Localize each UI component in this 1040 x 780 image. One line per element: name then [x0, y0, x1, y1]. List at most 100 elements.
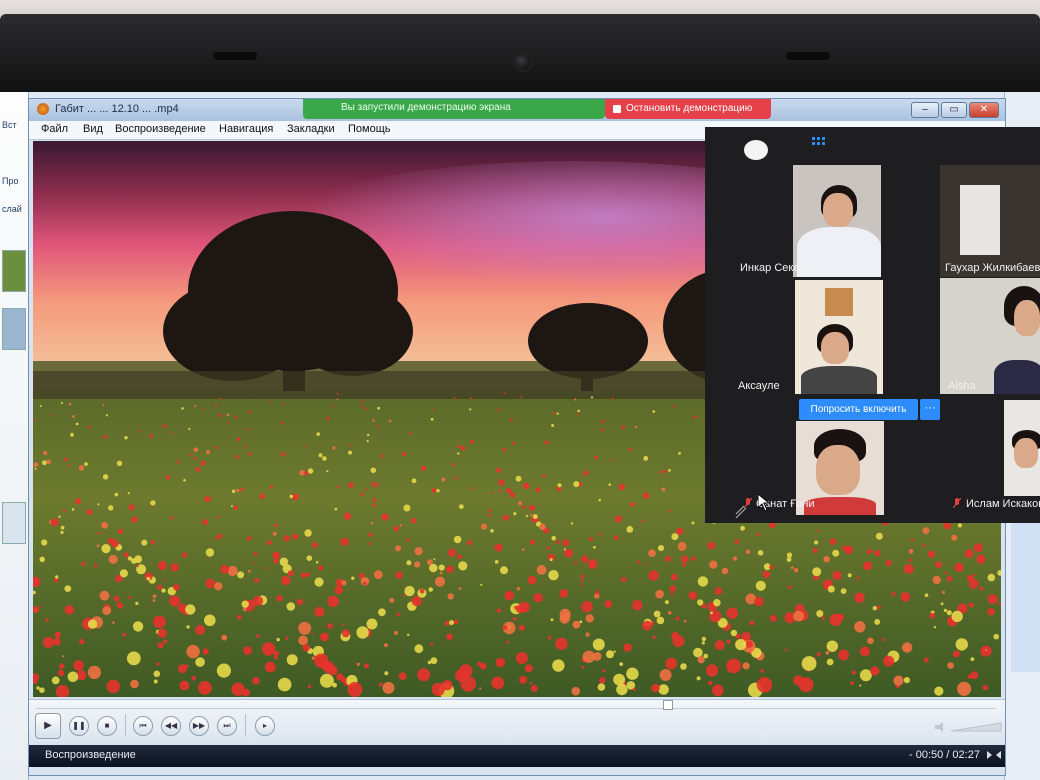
poppy-flower	[574, 398, 577, 401]
pause-button[interactable]: ❚❚	[69, 716, 89, 736]
seek-thumb[interactable]	[663, 700, 673, 710]
stop-button[interactable]: ■	[97, 716, 117, 736]
frame-step-button[interactable]: ▸	[255, 716, 275, 736]
poppy-flower	[552, 659, 565, 672]
poppy-flower	[103, 435, 108, 439]
poppy-flower	[713, 599, 721, 607]
seek-bar[interactable]	[35, 700, 995, 710]
poppy-flower	[579, 620, 583, 624]
poppy-flower	[81, 561, 86, 566]
menu-file[interactable]: Файл	[41, 123, 68, 135]
poppy-flower	[850, 681, 855, 685]
menu-help[interactable]: Помощь	[348, 123, 391, 135]
poppy-flower	[577, 409, 580, 413]
poppy-flower	[186, 625, 190, 629]
poppy-flower	[281, 452, 285, 457]
poppy-flower	[259, 493, 265, 500]
time-display: - 00:50 / 02:27	[909, 749, 980, 761]
poppy-flower	[406, 560, 412, 566]
poppy-flower	[127, 492, 130, 495]
play-button[interactable]: ▶	[35, 713, 61, 739]
poppy-flower	[70, 432, 74, 437]
fast-forward-button[interactable]: ▶▶	[189, 716, 209, 736]
poppy-flower	[583, 470, 589, 476]
poppy-flower	[348, 450, 352, 455]
poppy-flower	[378, 682, 383, 687]
poppy-flower	[58, 515, 61, 518]
poppy-flower	[902, 642, 913, 653]
poppy-flower	[626, 526, 634, 533]
poppy-flower	[336, 485, 340, 489]
poppy-flower	[384, 671, 389, 676]
stop-share-button[interactable]: Остановить демонстрацию	[605, 99, 771, 119]
rewind-button[interactable]: ◀◀	[161, 716, 181, 736]
poppy-flower	[951, 610, 963, 623]
ask-to-start-video-button[interactable]: Попросить включить	[799, 399, 918, 420]
participant-face	[821, 332, 849, 364]
participant-video[interactable]	[1004, 400, 1040, 496]
menu-playback[interactable]: Воспроизведение	[115, 123, 206, 135]
poppy-flower	[253, 552, 258, 556]
poppy-flower	[530, 513, 533, 517]
ribbon-tab-review[interactable]: Про	[2, 176, 26, 186]
background-presentation-app: Вст Про слай	[0, 92, 29, 780]
menu-navigation[interactable]: Навигация	[219, 123, 273, 135]
poppy-flower	[433, 558, 436, 561]
poppy-flower	[254, 578, 259, 583]
menu-bookmarks[interactable]: Закладки	[287, 123, 335, 135]
maximize-button[interactable]: ▭	[941, 102, 967, 118]
poppy-flower	[993, 633, 999, 640]
poppy-flower	[370, 482, 374, 485]
slide-thumbnail[interactable]	[2, 250, 26, 292]
menu-view[interactable]: Вид	[83, 123, 103, 135]
poppy-flower	[102, 606, 112, 615]
poppy-flower	[573, 481, 580, 488]
poppy-flower	[116, 460, 123, 466]
poppy-flower	[408, 432, 412, 435]
minimize-button[interactable]: –	[911, 102, 939, 118]
participant-video[interactable]	[940, 165, 1040, 277]
poppy-flower	[233, 505, 239, 510]
poppy-flower	[580, 579, 584, 583]
ribbon-tab-slides[interactable]: слай	[2, 204, 26, 214]
poppy-flower	[760, 669, 764, 673]
previous-chapter-button[interactable]: ⏮	[133, 716, 153, 736]
poppy-flower	[231, 489, 236, 493]
poppy-flower	[398, 672, 407, 681]
resize-grip-icon[interactable]	[987, 749, 1001, 761]
poppy-flower	[126, 651, 141, 666]
poppy-flower	[840, 588, 847, 594]
slide-thumbnail[interactable]	[2, 502, 26, 544]
slide-thumbnail[interactable]	[2, 308, 26, 350]
poppy-flower	[656, 616, 665, 625]
poppy-flower	[39, 556, 45, 562]
poppy-flower	[672, 635, 685, 648]
poppy-flower	[598, 532, 602, 536]
poppy-flower	[326, 470, 329, 473]
poppy-flower	[608, 483, 611, 486]
volume-icon[interactable]	[935, 722, 1005, 732]
gallery-view-icon[interactable]	[812, 137, 826, 149]
poppy-flower	[536, 489, 540, 493]
more-options-button[interactable]: ···	[920, 399, 940, 420]
close-button[interactable]: ✕	[969, 102, 999, 118]
poppy-flower	[292, 533, 299, 540]
next-chapter-button[interactable]: ⏭	[217, 716, 237, 736]
poppy-flower	[757, 550, 764, 556]
poppy-flower	[122, 632, 127, 637]
poppy-flower	[273, 523, 278, 528]
poppy-flower	[726, 639, 731, 644]
participant-video[interactable]	[795, 280, 883, 394]
poppy-flower	[447, 548, 456, 557]
player-app-icon	[37, 103, 49, 115]
poppy-flower	[943, 608, 948, 613]
poppy-flower	[277, 677, 292, 692]
participant-video[interactable]	[793, 165, 881, 277]
participant-video[interactable]	[940, 278, 1040, 394]
poppy-flower	[97, 503, 100, 506]
ribbon-tab-insert[interactable]: Вст	[2, 120, 26, 130]
poppy-flower	[128, 504, 135, 511]
poppy-flower	[62, 655, 65, 658]
title-bar[interactable]: Габит ... ... 12.10 ... .mp4 Вы запустил…	[29, 99, 1005, 121]
poppy-flower	[867, 637, 874, 645]
